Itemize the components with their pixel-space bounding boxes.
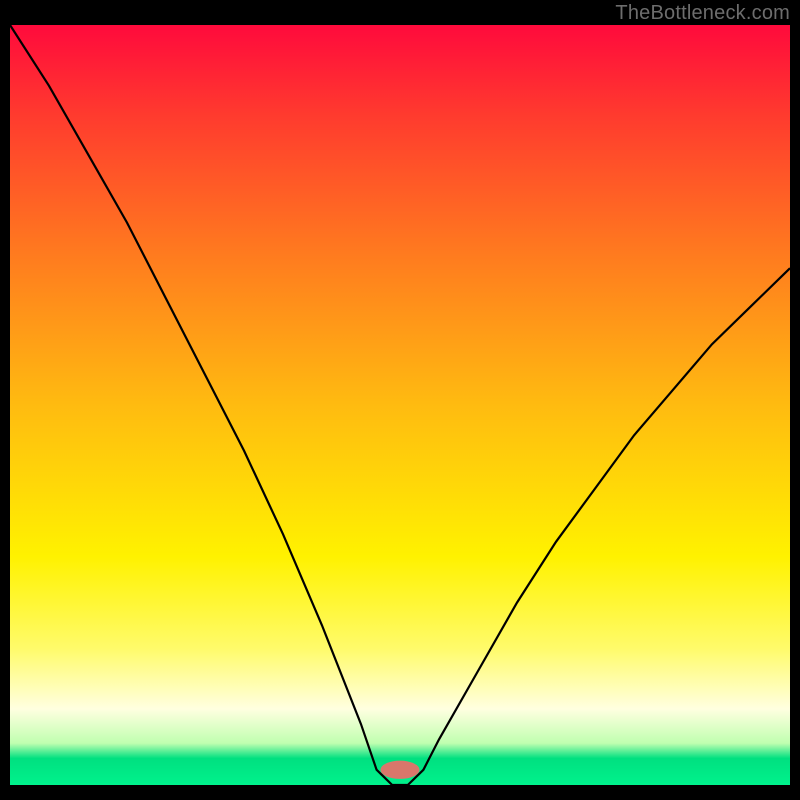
watermark-text: TheBottleneck.com xyxy=(615,2,790,25)
chart-svg xyxy=(0,0,800,800)
bottleneck-chart: TheBottleneck.com xyxy=(0,0,800,800)
plot-background xyxy=(10,25,790,785)
optimum-marker xyxy=(381,761,420,779)
